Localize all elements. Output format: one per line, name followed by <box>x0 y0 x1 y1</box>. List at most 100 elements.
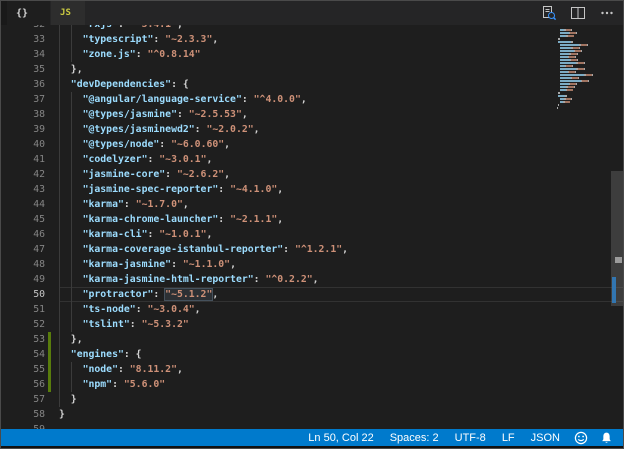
line-text: "karma": "~1.7.0", <box>59 197 623 212</box>
indent-guide <box>59 182 60 197</box>
code-line-43[interactable]: 43 "jasmine-spec-reporter": "~4.1.0", <box>1 182 623 197</box>
indent-guide <box>70 167 72 182</box>
gutter-decorations <box>45 107 59 122</box>
status-item-json[interactable]: JSON <box>523 432 568 444</box>
code-line-54[interactable]: 54 "engines": { <box>1 347 623 362</box>
line-text: }, <box>59 62 623 77</box>
line-number: 35 <box>33 64 45 75</box>
line-number: 52 <box>33 319 45 330</box>
code-line-44[interactable]: 44 "karma": "~1.7.0", <box>1 197 623 212</box>
indent-guide <box>70 25 72 32</box>
line-number: 33 <box>33 34 45 45</box>
indent-guide <box>59 197 60 212</box>
code-line-32[interactable]: 32 "rxjs": "^5.4.1", <box>1 25 623 32</box>
file-search-icon[interactable] <box>541 5 557 21</box>
line-text: "karma-coverage-istanbul-reporter": "^1.… <box>59 242 623 257</box>
line-number: 38 <box>33 109 45 120</box>
gutter-decorations <box>45 272 59 287</box>
indent-guide <box>59 317 60 332</box>
code-line-56[interactable]: 56 "npm": "5.6.0" <box>1 377 623 392</box>
notifications-bell-icon[interactable] <box>594 431 623 445</box>
line-text: "@types/node": "~6.0.60", <box>59 137 623 152</box>
indent-guide <box>59 377 60 392</box>
feedback-smiley-icon[interactable] <box>568 431 594 445</box>
json-braces-icon: {} <box>16 7 29 19</box>
status-items: Ln 50, Col 22 Spaces: 2 UTF-8 LF JSON <box>300 432 568 444</box>
window-bottom-edge <box>1 446 623 448</box>
indent-guide <box>59 287 60 302</box>
code-line-49[interactable]: 49 "karma-jasmine-html-reporter": "^0.2.… <box>1 272 623 287</box>
indent-guide <box>59 77 60 92</box>
status-item-ln-50-col-22[interactable]: Ln 50, Col 22 <box>300 432 381 444</box>
line-number: 53 <box>33 334 45 345</box>
indent-guide <box>70 182 72 197</box>
code-line-51[interactable]: 51 "ts-node": "~3.0.4", <box>1 302 623 317</box>
indent-guide <box>59 332 60 347</box>
code-line-48[interactable]: 48 "karma-jasmine": "~1.1.0", <box>1 257 623 272</box>
gutter-decorations <box>45 347 59 362</box>
tab-server.js[interactable]: JS <box>50 1 85 25</box>
indent-guide <box>70 242 72 257</box>
git-added-bar <box>48 362 51 377</box>
gutter-decorations <box>45 227 59 242</box>
gutter-decorations <box>45 182 59 197</box>
indent-guide <box>59 62 60 77</box>
line-number: 49 <box>33 274 45 285</box>
more-actions-icon[interactable] <box>599 5 615 21</box>
minimap[interactable] <box>557 25 611 431</box>
line-number: 58 <box>33 409 45 420</box>
indent-guide <box>59 362 60 377</box>
gutter-decorations <box>45 137 59 152</box>
status-item-spaces-2[interactable]: Spaces: 2 <box>382 432 447 444</box>
indent-guide <box>59 32 60 47</box>
code-line-55[interactable]: 55 "node": "8.11.2", <box>1 362 623 377</box>
line-number: 54 <box>33 349 45 360</box>
gutter-decorations <box>45 47 59 62</box>
code-line-38[interactable]: 38 "@types/jasmine": "~2.5.53", <box>1 107 623 122</box>
scrollbar[interactable] <box>611 25 623 431</box>
line-number: 43 <box>33 184 45 195</box>
indent-guide <box>70 272 72 287</box>
status-item-lf[interactable]: LF <box>494 432 523 444</box>
code-line-50[interactable]: 50 "protractor": "~5.1.2", <box>1 287 623 302</box>
editor[interactable]: 32 "rxjs": "^5.4.1",33 "typescript": "~2… <box>1 25 623 431</box>
line-text: "zone.js": "^0.8.14" <box>59 47 623 62</box>
code-line-58[interactable]: 58} <box>1 407 623 422</box>
code-line-37[interactable]: 37 "@angular/language-service": "^4.0.0"… <box>1 92 623 107</box>
gutter-decorations <box>45 197 59 212</box>
code-line-33[interactable]: 33 "typescript": "~2.3.3", <box>1 32 623 47</box>
indent-guide <box>70 287 72 302</box>
code-line-53[interactable]: 53 }, <box>1 332 623 347</box>
line-number: 41 <box>33 154 45 165</box>
code-line-41[interactable]: 41 "codelyzer": "~3.0.1", <box>1 152 623 167</box>
indent-guide <box>70 302 72 317</box>
code-line-35[interactable]: 35 }, <box>1 62 623 77</box>
indent-guide <box>70 32 72 47</box>
line-text: } <box>59 409 65 420</box>
code-line-39[interactable]: 39 "@types/jasminewd2": "~2.0.2", <box>1 122 623 137</box>
line-number: 37 <box>33 94 45 105</box>
gutter-decorations <box>45 122 59 137</box>
line-text: "engines": { <box>59 347 623 362</box>
gutter-decorations <box>45 332 59 347</box>
split-editor-icon[interactable] <box>570 5 586 21</box>
status-item-utf-8[interactable]: UTF-8 <box>447 432 494 444</box>
code-line-52[interactable]: 52 "tslint": "~5.3.2" <box>1 317 623 332</box>
code-line-42[interactable]: 42 "jasmine-core": "~2.6.2", <box>1 167 623 182</box>
code-line-34[interactable]: 34 "zone.js": "^0.8.14" <box>1 47 623 62</box>
code-line-40[interactable]: 40 "@types/node": "~6.0.60", <box>1 137 623 152</box>
gutter-decorations <box>45 302 59 317</box>
code-line-45[interactable]: 45 "karma-chrome-launcher": "~2.1.1", <box>1 212 623 227</box>
code-line-46[interactable]: 46 "karma-cli": "~1.0.1", <box>1 227 623 242</box>
gutter-decorations <box>45 25 59 32</box>
line-number: 39 <box>33 124 45 135</box>
indent-guide <box>70 212 72 227</box>
tab-package.json[interactable]: {} <box>7 1 51 25</box>
gutter-decorations <box>45 377 59 392</box>
code-line-57[interactable]: 57 } <box>1 392 623 407</box>
indent-guide <box>70 197 72 212</box>
code-line-36[interactable]: 36 "devDependencies": { <box>1 77 623 92</box>
gutter-decorations <box>45 362 59 377</box>
code-line-47[interactable]: 47 "karma-coverage-istanbul-reporter": "… <box>1 242 623 257</box>
line-number: 47 <box>33 244 45 255</box>
